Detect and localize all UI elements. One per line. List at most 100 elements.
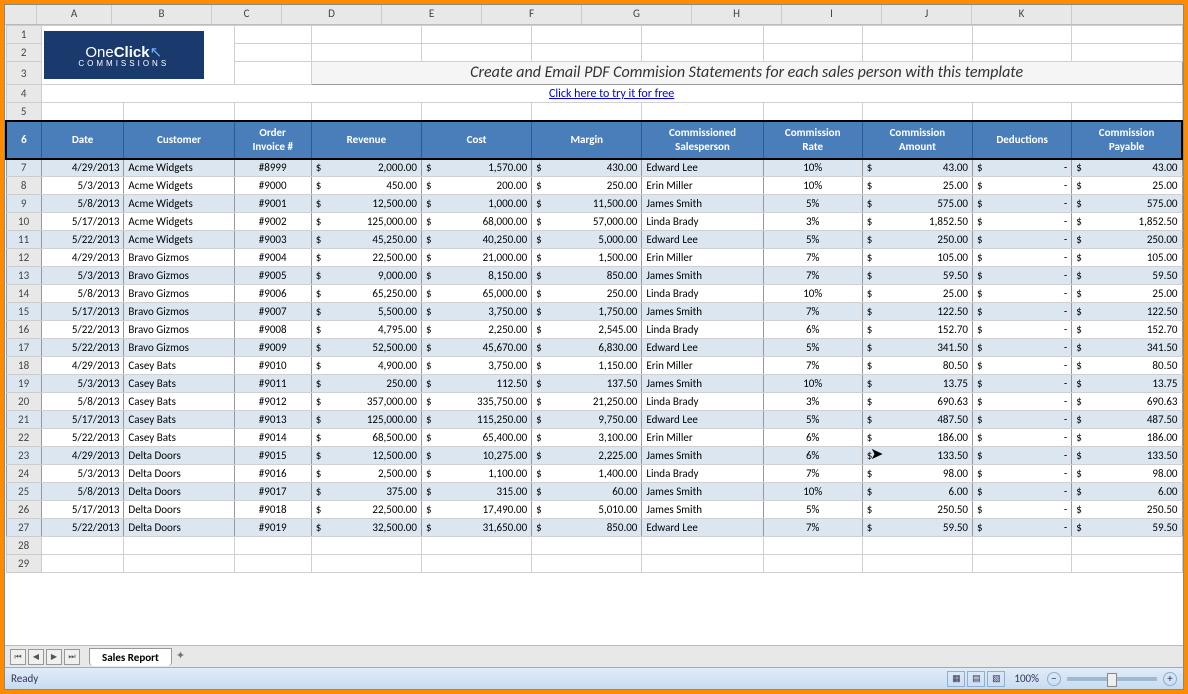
cell[interactable] <box>642 555 763 573</box>
cell-payable[interactable]: 690.63 <box>1072 393 1182 411</box>
cell-revenue[interactable]: 2,500.00 <box>311 465 421 483</box>
cell-payable[interactable]: 250.00 <box>1072 231 1182 249</box>
row-header[interactable]: 18 <box>6 357 41 375</box>
table-header[interactable]: CommissionRate <box>763 121 862 159</box>
cell[interactable] <box>642 103 763 121</box>
row-header[interactable]: 20 <box>6 393 41 411</box>
cell-customer[interactable]: Casey Bats <box>124 357 234 375</box>
row-header[interactable]: 16 <box>6 321 41 339</box>
cell-salesperson[interactable]: Erin Miller <box>642 357 763 375</box>
cell-invoice[interactable]: #9015 <box>234 447 311 465</box>
cell-invoice[interactable]: #9013 <box>234 411 311 429</box>
row-header[interactable]: 26 <box>6 501 41 519</box>
cell-rate[interactable]: 6% <box>763 321 862 339</box>
cell-cost[interactable]: 40,250.00 <box>421 231 531 249</box>
cell-revenue[interactable]: 125,000.00 <box>311 213 421 231</box>
cell-rate[interactable]: 5% <box>763 339 862 357</box>
cell[interactable] <box>763 44 862 62</box>
cell-commission[interactable]: 13.75 <box>862 375 972 393</box>
cell-revenue[interactable]: 250.00 <box>311 375 421 393</box>
cell-customer[interactable]: Bravo Gizmos <box>124 303 234 321</box>
cell-date[interactable]: 5/17/2013 <box>41 411 124 429</box>
cell-deductions[interactable]: - <box>973 393 1072 411</box>
cell-commission[interactable]: 250.00 <box>862 231 972 249</box>
cell-payable[interactable]: 122.50 <box>1072 303 1182 321</box>
cell[interactable] <box>532 44 642 62</box>
cell-margin[interactable]: 250.00 <box>532 285 642 303</box>
cell-date[interactable]: 5/8/2013 <box>41 393 124 411</box>
cell-customer[interactable]: Delta Doors <box>124 465 234 483</box>
cell-payable[interactable]: 6.00 <box>1072 483 1182 501</box>
cell-date[interactable]: 5/22/2013 <box>41 321 124 339</box>
cell-date[interactable]: 5/22/2013 <box>41 429 124 447</box>
cell-salesperson[interactable]: Linda Brady <box>642 321 763 339</box>
cell-cost[interactable]: 10,275.00 <box>421 447 531 465</box>
table-header[interactable]: Cost <box>421 121 531 159</box>
cell[interactable] <box>234 62 311 85</box>
table-header[interactable]: CommissionedSalesperson <box>642 121 763 159</box>
cell-deductions[interactable]: - <box>973 501 1072 519</box>
cell-date[interactable]: 5/3/2013 <box>41 375 124 393</box>
table-header[interactable]: Customer <box>124 121 234 159</box>
cell-margin[interactable]: 1,150.00 <box>532 357 642 375</box>
cell-invoice[interactable]: #9005 <box>234 267 311 285</box>
cell-invoice[interactable]: #9004 <box>234 249 311 267</box>
cell-revenue[interactable]: 12,500.00 <box>311 195 421 213</box>
cell[interactable] <box>234 103 311 121</box>
tab-next-button[interactable]: ▶ <box>46 649 62 665</box>
new-sheet-button[interactable]: ✦ <box>176 649 196 665</box>
row-header[interactable]: 24 <box>6 465 41 483</box>
table-header[interactable]: Deductions <box>973 121 1072 159</box>
cell-commission[interactable]: 6.00 <box>862 483 972 501</box>
view-normal-button[interactable]: ▦ <box>947 671 965 687</box>
table-header[interactable]: CommissionAmount <box>862 121 972 159</box>
row-header[interactable]: 12 <box>6 249 41 267</box>
cell-payable[interactable]: 133.50 <box>1072 447 1182 465</box>
cell-revenue[interactable]: 12,500.00 <box>311 447 421 465</box>
cell[interactable] <box>124 537 234 555</box>
cell-revenue[interactable]: 2,000.00 <box>311 159 421 177</box>
cell-payable[interactable]: 25.00 <box>1072 285 1182 303</box>
cell-commission[interactable]: 59.50 <box>862 519 972 537</box>
cell-rate[interactable]: 3% <box>763 393 862 411</box>
try-free-link[interactable]: Click here to try it for free <box>41 85 1182 103</box>
tab-last-button[interactable]: ⏭ <box>64 649 80 665</box>
col-header-A[interactable]: A <box>37 5 112 24</box>
cell-invoice[interactable]: #9007 <box>234 303 311 321</box>
cell[interactable] <box>421 555 531 573</box>
row-header[interactable]: 7 <box>6 159 41 177</box>
table-header[interactable]: Revenue <box>311 121 421 159</box>
cell-margin[interactable]: 5,010.00 <box>532 501 642 519</box>
cell-rate[interactable]: 7% <box>763 465 862 483</box>
cell-date[interactable]: 5/3/2013 <box>41 465 124 483</box>
cell-revenue[interactable]: 22,500.00 <box>311 249 421 267</box>
cell-salesperson[interactable]: Linda Brady <box>642 465 763 483</box>
cell[interactable] <box>532 26 642 44</box>
cell-cost[interactable]: 2,250.00 <box>421 321 531 339</box>
col-header-D[interactable]: D <box>282 5 382 24</box>
cell[interactable] <box>763 26 862 44</box>
row-header[interactable]: 14 <box>6 285 41 303</box>
col-header-B[interactable]: B <box>112 5 212 24</box>
cell[interactable] <box>973 26 1072 44</box>
table-header[interactable]: Date <box>41 121 124 159</box>
cell-salesperson[interactable]: Edward Lee <box>642 411 763 429</box>
cell-margin[interactable]: 2,545.00 <box>532 321 642 339</box>
cell-cost[interactable]: 45,670.00 <box>421 339 531 357</box>
cell-margin[interactable]: 430.00 <box>532 159 642 177</box>
row-header[interactable]: 19 <box>6 375 41 393</box>
cell[interactable] <box>421 103 531 121</box>
row-header[interactable]: 29 <box>6 555 41 573</box>
cell-cost[interactable]: 200.00 <box>421 177 531 195</box>
view-page-layout-button[interactable]: ▤ <box>967 671 985 687</box>
cell-customer[interactable]: Delta Doors <box>124 501 234 519</box>
cell-date[interactable]: 5/8/2013 <box>41 285 124 303</box>
cell-deductions[interactable]: - <box>973 195 1072 213</box>
col-header-H[interactable]: H <box>692 5 782 24</box>
cell-cost[interactable]: 115,250.00 <box>421 411 531 429</box>
cell-customer[interactable]: Acme Widgets <box>124 159 234 177</box>
cell[interactable] <box>234 44 311 62</box>
cell-revenue[interactable]: 375.00 <box>311 483 421 501</box>
cell-revenue[interactable]: 4,900.00 <box>311 357 421 375</box>
cell-rate[interactable]: 5% <box>763 195 862 213</box>
